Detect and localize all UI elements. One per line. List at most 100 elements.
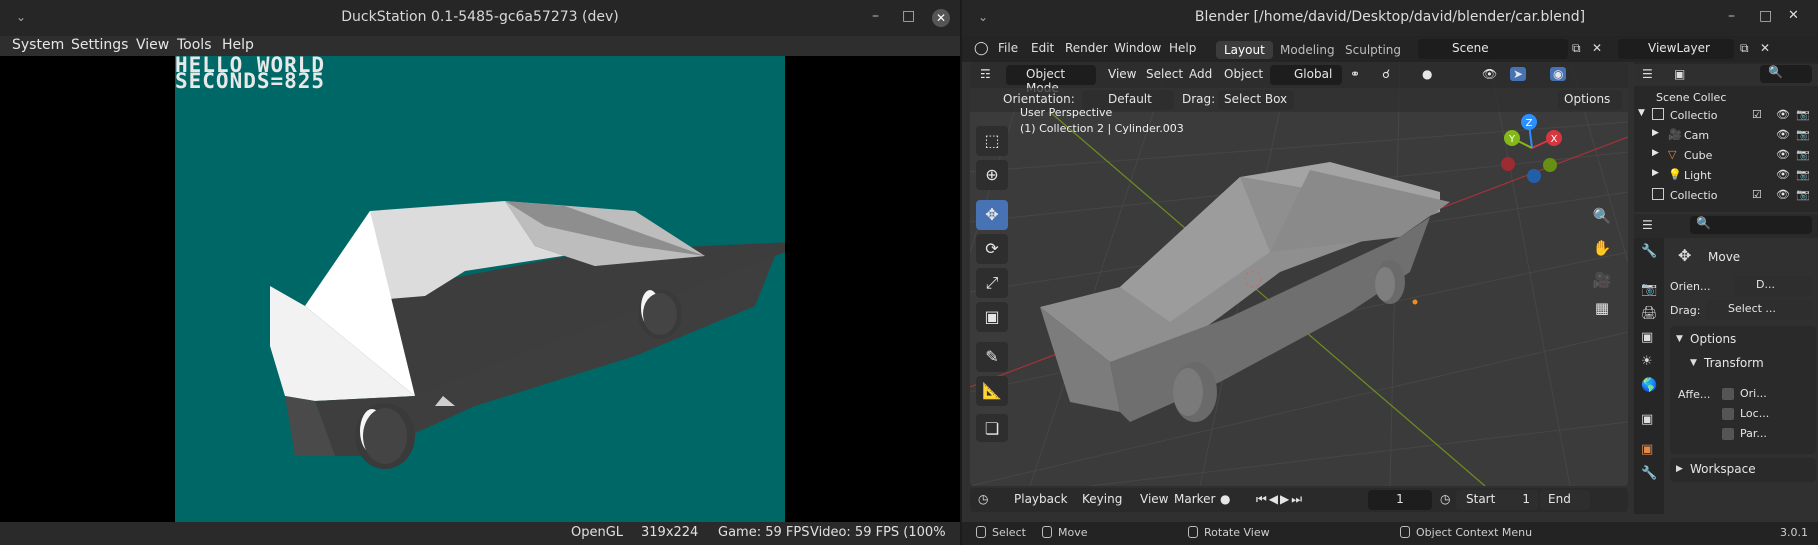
annotate-icon[interactable]: ✎ [976,342,1008,372]
editor-type-icon[interactable]: ☰ [1642,218,1653,232]
camera-render-icon[interactable]: 📷 [1796,188,1810,201]
menu-playback[interactable]: Playback [1014,492,1068,506]
hand-icon[interactable]: ✋ [1590,236,1614,260]
menu-marker[interactable]: Marker [1174,492,1215,506]
scene-tab-icon[interactable]: ☀ [1641,354,1653,369]
playback-controls[interactable]: ⏮◀▶⏭ [1256,492,1304,507]
gizmo-toggle-icon[interactable]: ➤ [1510,67,1527,81]
world-tab-icon[interactable]: 🌎 [1641,378,1657,393]
keyframe-record-icon[interactable]: ● [1220,492,1230,506]
collection-tab-icon[interactable]: ▣ [1641,412,1653,427]
maximize-icon[interactable]: □ [1759,8,1772,24]
menu-view[interactable]: View [136,37,169,53]
wrench-icon[interactable]: 🔧 [1641,466,1657,481]
menu-view[interactable]: View [1108,67,1136,81]
chevron-down-icon[interactable]: ▼ [1690,358,1697,368]
cursor-icon[interactable]: ⊕ [976,160,1008,190]
checkbox-icon[interactable]: ☑ [1752,188,1762,201]
menu-help[interactable]: Help [222,37,254,53]
chevron-down-icon[interactable]: ▼ [1676,334,1683,344]
display-mode-icon[interactable]: ▣ [1674,67,1685,81]
scale-icon[interactable]: ⤢ [976,268,1008,298]
menu-keying[interactable]: Keying [1082,492,1122,506]
workspace-panel[interactable]: ▶ Workspace [1670,458,1816,482]
editor-type-icon[interactable]: ☰ [1642,67,1653,81]
proportional-icon[interactable]: ● [1422,67,1432,81]
current-frame-field[interactable]: 1 [1368,490,1432,510]
emulator-display[interactable]: HELLO WORLD SECONDS=825 [0,56,960,522]
chevron-down-icon[interactable]: ▼ [1638,108,1645,118]
clock-icon[interactable]: ◷ [978,492,988,506]
pivot-icon[interactable]: ⚭ [1350,67,1360,81]
outliner-row[interactable]: Collectio ☑ 👁 📷 [1634,188,1818,205]
tab-sculpting[interactable]: Sculpting [1337,41,1409,59]
menu-tools[interactable]: Tools [177,37,212,53]
grid-icon[interactable]: ▦ [1590,296,1614,320]
search-icon[interactable]: 🔍 [1760,65,1812,83]
outliner-row[interactable]: ▼ Collectio ☑ 👁 📷 [1634,108,1818,125]
add-cube-icon[interactable]: ❏ [976,414,1008,442]
close-icon[interactable]: ✕ [1788,8,1799,23]
clock-icon[interactable]: ◷ [1440,492,1450,506]
outliner-row[interactable]: ▶ 🎥 Cam 👁 📷 [1634,128,1818,145]
minimize-icon[interactable]: – [872,8,879,24]
close-icon[interactable]: ✕ [1592,41,1602,55]
output-tab-icon[interactable]: 🖨 [1641,306,1658,321]
view-layer-tab-icon[interactable]: ▣ [1641,330,1653,345]
mode-selector[interactable]: Object Mode [1006,65,1096,95]
eye-icon[interactable]: 👁 [1776,148,1790,161]
close-icon[interactable]: ✕ [1760,41,1770,55]
start-frame-field[interactable]: Start 1 [1456,490,1538,510]
drag-dropdown[interactable]: Select ... [1706,300,1812,320]
duckstation-titlebar[interactable]: ⌄ DuckStation 0.1-5485-gc6a57273 (dev) –… [0,0,960,36]
select-box-tool[interactable]: ⬚ [976,126,1008,156]
menu-help[interactable]: Help [1169,41,1196,55]
menu-render[interactable]: Render [1065,41,1108,55]
maximize-icon[interactable]: □ [902,8,915,24]
camera-render-icon[interactable]: 📷 [1796,128,1810,141]
copy-icon[interactable]: ⧉ [1572,41,1581,56]
eye-icon[interactable]: 👁 [1776,168,1790,181]
menu-file[interactable]: File [998,41,1018,55]
eye-icon[interactable]: 👁 [1776,128,1790,141]
rotate-icon[interactable]: ⟳ [976,234,1008,264]
menu-edit[interactable]: Edit [1031,41,1054,55]
transform-panel-title[interactable]: Transform [1704,356,1764,370]
tab-layout[interactable]: Layout [1216,41,1273,59]
options-button[interactable]: Options [1558,90,1622,110]
measure-icon[interactable]: 📐 [976,376,1008,406]
chevron-right-icon[interactable]: ▶ [1676,464,1683,474]
snap-icon[interactable]: ☌ [1382,67,1390,81]
overlay-toggle-icon[interactable]: ◉ [1550,67,1567,81]
chevron-right-icon[interactable]: ▶ [1652,168,1659,178]
menu-view[interactable]: View [1140,492,1168,506]
outliner-scene-collection[interactable]: Scene Collec [1634,90,1818,107]
tool-tab-icon[interactable]: 🔧 [1641,244,1657,259]
transform-icon[interactable]: ▣ [976,302,1008,332]
orientation-dropdown[interactable]: D... [1734,276,1812,296]
editor-type-icon[interactable]: ☶ [980,67,991,81]
menu-add[interactable]: Add [1189,67,1212,81]
camera-render-icon[interactable]: 📷 [1796,168,1810,181]
view-layer-selector[interactable]: ViewLayer [1618,39,1734,59]
camera-render-icon[interactable]: 📷 [1796,108,1810,121]
search-icon[interactable]: 🔍 [1690,216,1812,234]
minimize-icon[interactable]: – [1728,8,1735,24]
affect-parents-checkbox[interactable] [1722,428,1734,440]
menu-object[interactable]: Object [1224,67,1263,81]
navigation-gizmo[interactable]: X Z Y [1492,108,1572,188]
options-panel-title[interactable]: Options [1690,332,1736,346]
menu-window[interactable]: Window [1114,41,1161,55]
orientation-selector[interactable]: Global [1270,65,1342,85]
chevron-right-icon[interactable]: ▶ [1652,128,1659,138]
checkbox-icon[interactable]: ☑ [1752,108,1762,121]
drag-dropdown[interactable]: Select Box [1218,90,1294,110]
blender-logo-icon[interactable]: ◯ [974,41,989,56]
close-icon[interactable]: ✕ [932,9,950,27]
object-tab-icon[interactable]: ▣ [1641,442,1653,457]
camera-render-icon[interactable]: 📷 [1796,148,1810,161]
render-tab-icon[interactable]: 📷 [1641,282,1657,297]
zoom-icon[interactable]: 🔍 [1590,204,1614,228]
end-frame-field[interactable]: End [1540,490,1590,510]
move-icon[interactable]: ✥ [976,200,1008,230]
